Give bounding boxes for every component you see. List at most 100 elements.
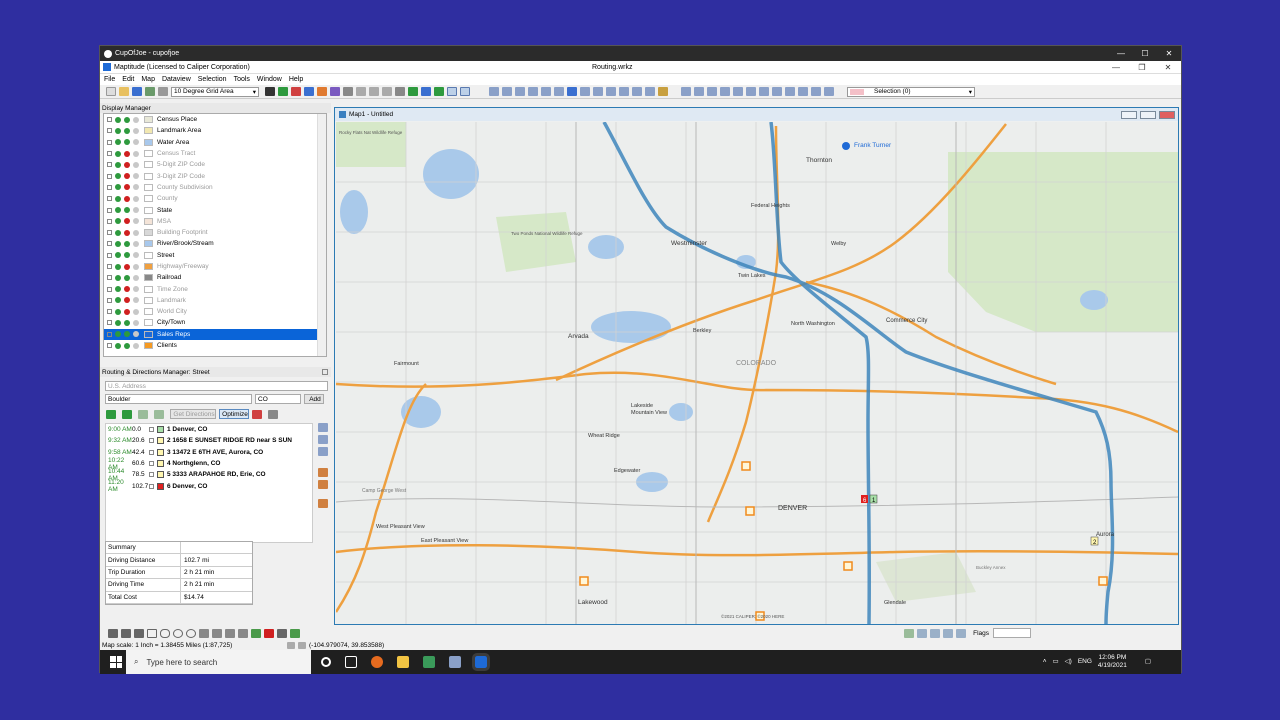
- city-input[interactable]: Boulder: [105, 394, 252, 404]
- layer-style-swatch[interactable]: [144, 263, 153, 270]
- undo-icon[interactable]: [369, 87, 379, 96]
- close-button[interactable]: ✕: [1157, 49, 1181, 58]
- polygon-select-icon[interactable]: [645, 87, 655, 96]
- layer-style-swatch[interactable]: [144, 116, 153, 124]
- pie-icon[interactable]: [317, 87, 327, 96]
- expand-icon[interactable]: [107, 128, 112, 134]
- label-toggle-icon[interactable]: [133, 184, 139, 191]
- status-icon[interactable]: [124, 173, 130, 180]
- menu-help[interactable]: Help: [289, 76, 303, 83]
- select-clear-icon[interactable]: [746, 87, 756, 96]
- stop-row[interactable]: 11:20 AM 102.7 6 Denver, CO: [106, 479, 312, 493]
- stop-row[interactable]: 9:58 AM 42.4 3 13472 E 6TH AVE, Aurora, CO: [106, 447, 312, 458]
- status-icon[interactable]: [124, 184, 130, 191]
- status-icon[interactable]: [124, 161, 130, 168]
- select-find-icon[interactable]: [772, 87, 782, 96]
- label-toggle-icon[interactable]: [133, 319, 139, 326]
- stop-row[interactable]: 10:44 AM 78.5 5 3333 ARAPAHOE RD, Erie, CO: [106, 468, 312, 482]
- volume-icon[interactable]: ◁): [1065, 658, 1072, 666]
- text-icon[interactable]: [121, 628, 131, 638]
- map-minimize-button[interactable]: [1121, 110, 1137, 119]
- route-remove-icon[interactable]: [122, 409, 132, 419]
- menu-edit[interactable]: Edit: [122, 76, 134, 83]
- expand-icon[interactable]: [149, 438, 154, 444]
- layer-style-swatch[interactable]: [144, 217, 153, 225]
- select-zoom-icon[interactable]: [785, 87, 795, 96]
- layer-style-swatch[interactable]: [144, 342, 153, 350]
- label-toggle-icon[interactable]: [133, 331, 139, 338]
- label-toggle-icon[interactable]: [133, 240, 139, 247]
- expand-icon[interactable]: [107, 230, 112, 236]
- maptitude-taskbar-icon[interactable]: [472, 653, 490, 671]
- visible-toggle-icon[interactable]: [115, 286, 121, 293]
- layer-row[interactable]: World City: [104, 306, 326, 317]
- visible-toggle-icon[interactable]: [115, 297, 121, 304]
- lasso-icon[interactable]: [632, 87, 642, 96]
- label-icon[interactable]: [343, 87, 353, 96]
- layer-row[interactable]: State: [104, 204, 326, 215]
- freehand-icon[interactable]: [199, 628, 209, 638]
- select-settings-icon[interactable]: [811, 87, 821, 96]
- expand-icon[interactable]: [107, 218, 112, 224]
- layer-row[interactable]: MSA: [104, 216, 326, 227]
- routing-icon[interactable]: [421, 87, 431, 96]
- grid-area-combo[interactable]: 10 Degree Grid Area ▾: [171, 86, 259, 97]
- select-line-icon[interactable]: [733, 87, 743, 96]
- menu-dataview[interactable]: Dataview: [162, 76, 191, 83]
- status-icon[interactable]: [124, 218, 130, 225]
- highlight-icon[interactable]: [658, 87, 668, 96]
- map-canvas[interactable]: 6 1 2 Thornton Frank Turner Federal Heig…: [336, 122, 1178, 624]
- select-box-icon[interactable]: [707, 87, 717, 96]
- stop-row[interactable]: 10:22 AM 60.6 4 Northglenn, CO: [106, 457, 312, 471]
- territory-icon[interactable]: [434, 87, 444, 96]
- label-toggle-icon[interactable]: [133, 308, 139, 315]
- map-window[interactable]: Map1 - Untitled 6 1 2 Thornton Frank Tur…: [334, 107, 1179, 625]
- save-icon[interactable]: [132, 87, 142, 96]
- expand-icon[interactable]: [107, 117, 112, 123]
- layer-list-scrollbar[interactable]: [317, 114, 326, 356]
- layer-style-swatch[interactable]: [144, 296, 153, 304]
- layer-style-swatch[interactable]: [144, 308, 153, 316]
- label-toggle-icon[interactable]: [133, 263, 139, 270]
- select-shape-icon[interactable]: [720, 87, 730, 96]
- expand-icon[interactable]: [107, 297, 112, 303]
- routing-close-icon[interactable]: [322, 369, 328, 375]
- label-toggle-icon[interactable]: [133, 274, 139, 281]
- route-edit-icon[interactable]: [138, 409, 148, 419]
- layer-style-swatch[interactable]: [144, 206, 153, 214]
- select-pointer-icon[interactable]: [681, 87, 691, 96]
- select-table-icon[interactable]: [798, 87, 808, 96]
- layer-style-swatch[interactable]: [144, 150, 153, 158]
- flag-add-icon[interactable]: [904, 628, 915, 638]
- layer-row[interactable]: Time Zone: [104, 283, 326, 294]
- layer-row[interactable]: River/Brook/Stream: [104, 238, 326, 249]
- expand-icon[interactable]: [107, 173, 112, 179]
- expand-icon[interactable]: [149, 427, 154, 433]
- visible-toggle-icon[interactable]: [115, 252, 121, 259]
- expand-icon[interactable]: [107, 207, 112, 213]
- stop-delete-icon[interactable]: [318, 468, 328, 477]
- expand-icon[interactable]: [107, 331, 112, 337]
- label-toggle-icon[interactable]: [133, 116, 139, 123]
- menu-tools[interactable]: Tools: [234, 76, 250, 83]
- layers-icon[interactable]: [145, 87, 155, 96]
- taskbar-search[interactable]: ⌕ Type here to search: [126, 650, 311, 674]
- pdf-icon[interactable]: [252, 409, 262, 419]
- layer-style-swatch[interactable]: [144, 274, 153, 282]
- forward-icon[interactable]: [554, 87, 564, 96]
- layer-row[interactable]: County Subdivision: [104, 182, 326, 193]
- visible-toggle-icon[interactable]: [115, 116, 121, 123]
- print-icon[interactable]: [158, 87, 168, 96]
- network-icon[interactable]: ▭: [1053, 658, 1059, 666]
- layer-style-swatch[interactable]: [144, 127, 153, 135]
- layer-row[interactable]: County: [104, 193, 326, 204]
- layer-row[interactable]: Building Footprint: [104, 227, 326, 238]
- flag-clear-icon[interactable]: [956, 628, 967, 638]
- selection-combo[interactable]: Selection (0) ▾: [847, 86, 975, 97]
- expand-icon[interactable]: [149, 449, 154, 455]
- label-toggle-icon[interactable]: [133, 229, 139, 236]
- circle-icon[interactable]: [186, 628, 196, 638]
- new-icon[interactable]: [106, 87, 116, 96]
- label-toggle-icon[interactable]: [133, 342, 139, 349]
- pan-icon[interactable]: [515, 87, 525, 96]
